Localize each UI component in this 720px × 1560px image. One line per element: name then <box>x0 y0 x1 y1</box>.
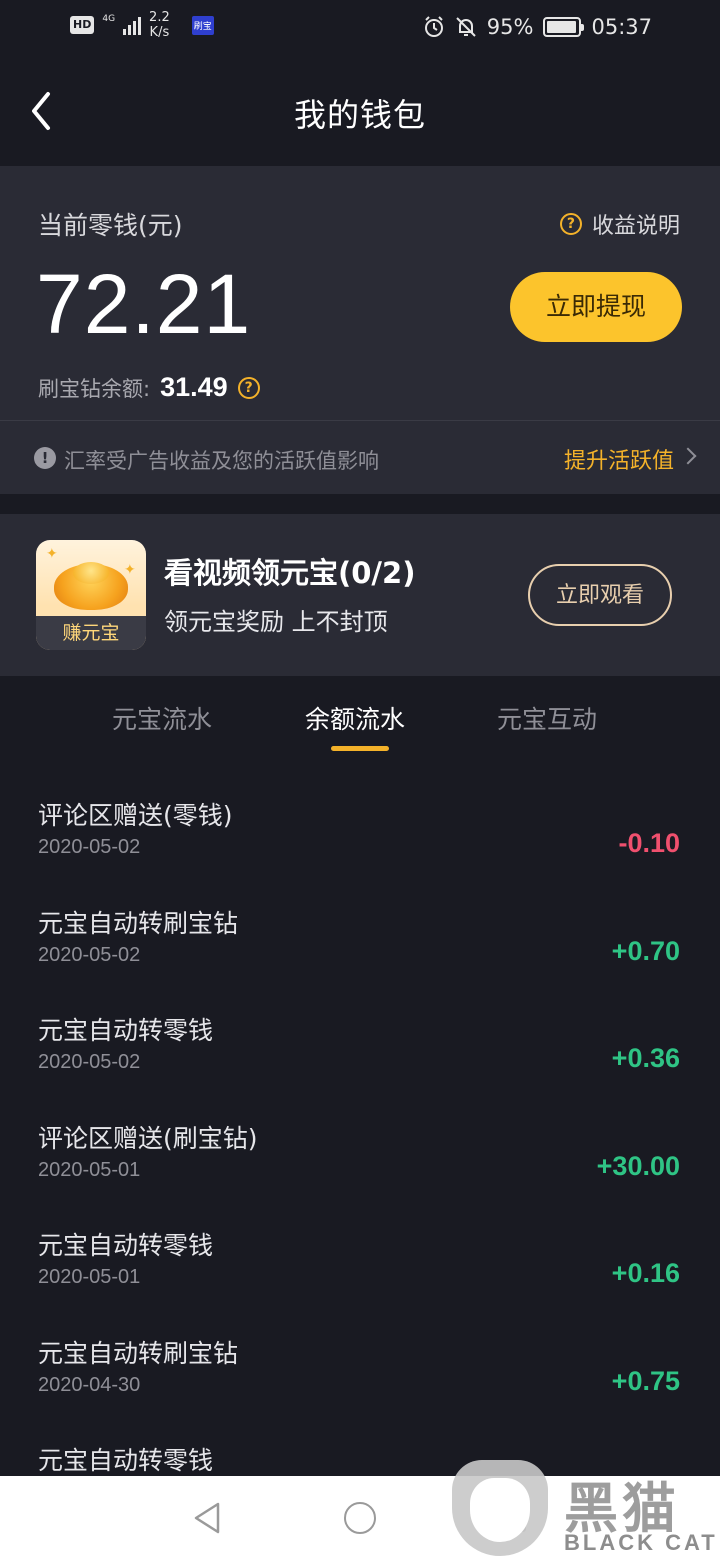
transaction-row[interactable]: 元宝自动转刷宝钻 2020-04-30 +0.75 <box>0 1304 720 1412</box>
battery-icon <box>543 17 585 37</box>
promo-title: 看视频领元宝(0/2) <box>164 556 416 590</box>
transaction-title: 元宝自动转零钱 <box>38 1231 214 1260</box>
transaction-title: 元宝自动转零钱 <box>38 1016 214 1045</box>
nav-home-icon[interactable] <box>344 1502 376 1534</box>
earnings-explain-label: 收益说明 <box>591 214 680 239</box>
transaction-row[interactable]: 评论区赠送(零钱) 2020-05-02 -0.10 <box>0 766 720 874</box>
info-icon: ! <box>34 447 56 469</box>
transaction-title: 元宝自动转刷宝钻 <box>38 1339 239 1368</box>
alarm-icon <box>424 16 443 37</box>
tab-ingot-interaction[interactable]: 元宝互动 <box>497 700 597 736</box>
diamond-balance-label: 刷宝钻余额: <box>38 376 151 401</box>
notice-bar: ! 汇率受广告收益及您的活跃值影响 提升活跃值 <box>0 420 720 494</box>
app-notification-icon: 刷宝 <box>191 15 214 35</box>
transaction-row[interactable]: 评论区赠送(刷宝钻) 2020-05-01 +30.00 <box>0 1089 720 1197</box>
sparkle-icon: ✦ <box>46 546 58 562</box>
transaction-row[interactable]: 元宝自动转零钱 2020-05-01 +0.16 <box>0 1196 720 1304</box>
transaction-date: 2020-05-02 <box>38 944 141 966</box>
cat-head-icon <box>470 1478 530 1542</box>
transaction-row[interactable]: 元宝自动转刷宝钻 2020-05-02 +0.70 <box>0 874 720 982</box>
transaction-date: 2020-04-30 <box>38 1374 141 1396</box>
transaction-amount: +0.16 <box>611 1258 680 1288</box>
balance-amount: 72.21 <box>36 257 252 351</box>
battery-percent: 95% <box>486 15 534 39</box>
speed-value: 2.2 <box>149 10 170 25</box>
battery-fill <box>547 21 576 33</box>
tab-balance-flow[interactable]: 余额流水 <box>305 700 405 736</box>
notice-text: 汇率受广告收益及您的活跃值影响 <box>64 449 379 473</box>
transaction-title: 评论区赠送(刷宝钻) <box>38 1124 258 1153</box>
transaction-title: 元宝自动转刷宝钻 <box>38 909 239 938</box>
network-speed: 2.2 K/s <box>149 10 170 40</box>
diamond-balance-value: 31.49 <box>160 372 228 402</box>
status-left: HD 4G 2.2 K/s 刷宝 <box>70 10 214 40</box>
watch-now-button[interactable]: 立即观看 <box>528 564 672 626</box>
tab-bar: 元宝流水 余额流水 元宝互动 <box>0 676 720 766</box>
transaction-title: 元宝自动转零钱 <box>38 1446 214 1475</box>
earnings-explain-link[interactable]: ? 收益说明 <box>559 208 680 240</box>
nav-back-icon[interactable] <box>190 1500 224 1536</box>
transaction-amount: -0.10 <box>618 828 680 858</box>
transaction-amount: +30.00 <box>596 1151 680 1181</box>
header: 我的钱包 <box>0 56 720 166</box>
status-bar: HD 4G 2.2 K/s 刷宝 95% 05:37 <box>0 0 720 56</box>
ingot-icon-label: 赚元宝 <box>36 616 146 650</box>
question-icon: ? <box>559 213 582 235</box>
diamond-help-icon[interactable]: ? <box>237 376 260 399</box>
balance-label: 当前零钱(元) <box>38 211 183 240</box>
signal-icon <box>123 15 142 35</box>
transaction-row[interactable]: 元宝自动转零钱 2020-05-02 +0.36 <box>0 981 720 1089</box>
hd-badge: HD <box>70 16 95 34</box>
mute-icon <box>456 17 476 37</box>
network-type: 4G <box>102 13 116 24</box>
watermark-subtitle: BLACK CAT <box>564 1530 718 1555</box>
transaction-date: 2020-05-02 <box>38 1051 141 1073</box>
ingot-icon: ✦ ✦ 赚元宝 <box>36 540 146 650</box>
transaction-date: 2020-05-01 <box>38 1159 141 1181</box>
sparkle-icon: ✦ <box>124 562 136 578</box>
chevron-right-icon[interactable] <box>679 447 697 465</box>
clock: 05:37 <box>591 15 652 39</box>
status-right: 95% 05:37 <box>423 14 652 40</box>
tab-ingot-flow[interactable]: 元宝流水 <box>112 700 212 736</box>
diamond-balance: 刷宝钻余额: 31.49 ? <box>38 372 260 403</box>
boost-activity-link[interactable]: 提升活跃值 <box>564 443 674 475</box>
video-reward-card: ✦ ✦ 赚元宝 看视频领元宝(0/2) 领元宝奖励 上不封顶 立即观看 <box>0 514 720 676</box>
wallet-card: 当前零钱(元) ? 收益说明 72.21 立即提现 刷宝钻余额: 31.49 ? <box>0 166 720 420</box>
withdraw-button[interactable]: 立即提现 <box>510 272 682 342</box>
ingot-top <box>73 562 109 584</box>
tab-active-indicator <box>331 746 389 751</box>
transaction-date: 2020-05-01 <box>38 1266 141 1288</box>
promo-subtitle: 领元宝奖励 上不封顶 <box>164 608 388 636</box>
speed-unit: K/s <box>149 25 170 40</box>
page-title: 我的钱包 <box>293 96 426 134</box>
transaction-date: 2020-05-02 <box>38 836 141 858</box>
transaction-amount: +0.70 <box>611 936 680 966</box>
watermark-logo: 黑猫 BLACK CAT <box>452 1452 720 1560</box>
transaction-amount: +0.75 <box>611 1366 680 1396</box>
transaction-amount: +0.36 <box>611 1043 680 1073</box>
transaction-title: 评论区赠送(零钱) <box>38 801 233 830</box>
